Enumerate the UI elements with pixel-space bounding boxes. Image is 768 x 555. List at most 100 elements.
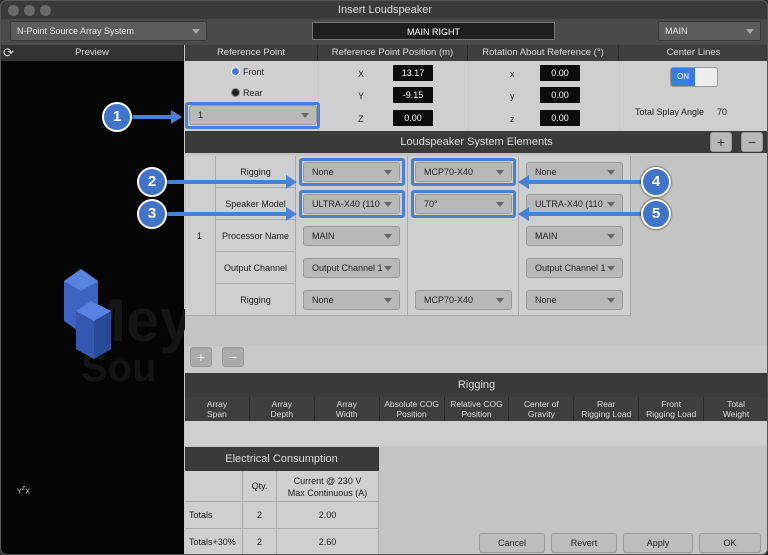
col1-rigging-bottom-dropdown[interactable]: None xyxy=(303,290,400,310)
arrow-5-head xyxy=(518,207,529,221)
plus-icon: + xyxy=(196,349,206,365)
add-element-button[interactable]: + xyxy=(710,132,732,152)
system-type-dropdown[interactable]: N-Point Source Array System xyxy=(10,21,207,41)
highlight-col2-rigging xyxy=(411,158,516,186)
group-dropdown[interactable]: MAIN xyxy=(658,21,761,41)
element-index: 1 xyxy=(197,231,203,241)
col2-rigging-bottom-value: MCP70-X40 xyxy=(424,295,474,305)
array-name-field[interactable]: MAIN RIGHT xyxy=(312,22,555,40)
callout-5: 5 xyxy=(641,199,671,229)
row-label-cell-3: Output Channel xyxy=(216,252,296,284)
rot-z-input[interactable]: 0.00 xyxy=(540,110,580,126)
col1-output-channel-value: Output Channel 1 xyxy=(312,263,383,273)
current-header-line2: Max Continuous (A) xyxy=(287,488,368,498)
rigging-column-label: Array Width xyxy=(336,399,358,419)
col3-speaker-model-dropdown[interactable]: ULTRA-X40 (110 xyxy=(526,194,623,214)
col2-rigging-bottom-dropdown[interactable]: MCP70-X40 xyxy=(415,290,512,310)
center-lines-toggle[interactable]: ON xyxy=(670,67,718,87)
remove-row-button[interactable]: − xyxy=(222,347,244,367)
rigging-column-label: Rear Rigging Load xyxy=(581,399,631,419)
loudspeaker-3d-model xyxy=(64,269,111,359)
splay-angle-value: 70 xyxy=(717,107,728,117)
row-label-output-channel: Output Channel xyxy=(223,263,288,273)
col1-output-channel-dropdown[interactable]: Output Channel 1 xyxy=(303,258,400,278)
pos-x-input[interactable]: 13.17 xyxy=(393,65,433,81)
refresh-icon[interactable]: ⟳ xyxy=(3,46,17,60)
group-value: MAIN xyxy=(665,26,688,36)
rigging-column-label-line2: Position xyxy=(396,409,427,419)
col3-output-channel-value: Output Channel 1 xyxy=(535,263,606,273)
rigging-column-label-line2: Depth xyxy=(270,409,294,419)
chevron-down-icon xyxy=(607,234,615,239)
electrical-header: Electrical Consumption xyxy=(185,447,379,471)
rigging-column-label-line2: Rigging Load xyxy=(646,409,697,419)
apply-button[interactable]: Apply xyxy=(623,533,693,553)
rigging-column-label-line2: Gravity xyxy=(527,409,555,419)
callout-2: 2 xyxy=(137,167,167,197)
col1-processor-value: MAIN xyxy=(312,231,335,241)
ok-button[interactable]: OK xyxy=(699,533,761,553)
col3-output-channel-dropdown[interactable]: Output Channel 1 xyxy=(526,258,623,278)
splay-angle-label: Total Splay Angle xyxy=(635,107,705,117)
row-label-cell-2: Processor Name xyxy=(216,220,296,252)
rot-x-label: x xyxy=(510,69,515,79)
revert-button[interactable]: Revert xyxy=(551,533,617,553)
col3-speaker-model-value: ULTRA-X40 (110 xyxy=(535,199,603,209)
rigging-column-label-line1: Center of xyxy=(523,399,559,409)
col3-rigging-dropdown[interactable]: None xyxy=(526,162,623,182)
rigging-column-header: Array Depth xyxy=(249,397,315,421)
chevron-down-icon xyxy=(192,29,200,34)
rear-radio[interactable] xyxy=(231,88,240,97)
pos-z-input[interactable]: 0.00 xyxy=(393,110,433,126)
elements-title: Loudspeaker System Elements xyxy=(400,136,553,148)
rot-y-input[interactable]: 0.00 xyxy=(540,87,580,103)
title-bar: Insert Loudspeaker xyxy=(1,1,767,19)
close-window-icon[interactable] xyxy=(8,5,19,16)
rigging-column-header: Front Rigging Load xyxy=(639,397,705,421)
rigging-column-label: Array Span xyxy=(207,399,227,419)
electrical-corner-cell xyxy=(185,471,243,502)
col3-processor-dropdown[interactable]: MAIN xyxy=(526,226,623,246)
highlight-col1-speaker-model xyxy=(299,190,405,218)
rot-x-input[interactable]: 0.00 xyxy=(540,65,580,81)
row-label-cell-4: Rigging xyxy=(216,284,296,316)
chevron-down-icon xyxy=(607,170,615,175)
preview-viewport[interactable]: Mey Sou YZX xyxy=(1,61,193,554)
remove-element-button[interactable]: − xyxy=(741,132,763,152)
rigging-column-label: Absolute COG Position xyxy=(384,399,439,419)
cancel-button[interactable]: Cancel xyxy=(479,533,545,553)
front-radio[interactable] xyxy=(231,67,240,76)
rigging-column-header: Total Weight xyxy=(704,397,767,421)
totals30-label: Totals+30% xyxy=(185,529,243,554)
rigging-column-label-line1: Front xyxy=(661,399,682,409)
add-row-button[interactable]: + xyxy=(190,347,212,367)
reference-point-title: Reference Point xyxy=(216,47,286,58)
arrow-4-head xyxy=(518,175,529,189)
pos-x-label: X xyxy=(358,69,365,79)
totals-label: Totals xyxy=(185,502,243,529)
system-type-value: N-Point Source Array System xyxy=(17,26,135,36)
rigging-title: Rigging xyxy=(457,379,496,391)
col3-processor-value: MAIN xyxy=(535,231,558,241)
rigging-column-label-line1: Array xyxy=(271,399,292,409)
rigging-column-label-line1: Array xyxy=(336,399,357,409)
totals30-qty: 2 xyxy=(243,529,277,554)
pos-y-input[interactable]: -9.15 xyxy=(393,87,433,103)
axis-gizmo: YZX xyxy=(17,486,30,495)
col1-processor-dropdown[interactable]: MAIN xyxy=(303,226,400,246)
highlight-reference-point xyxy=(185,102,320,129)
col3-rigging-bottom-value: None xyxy=(535,295,557,305)
rotation-title: Rotation About Reference (°) xyxy=(482,47,604,58)
rigging-column-header: Rear Rigging Load xyxy=(574,397,640,421)
rigging-column-label: Total Weight xyxy=(723,399,749,419)
rot-z-label: z xyxy=(510,114,515,124)
zoom-window-icon[interactable] xyxy=(40,5,51,16)
arrow-2-head xyxy=(286,175,297,189)
minimize-window-icon[interactable] xyxy=(24,5,35,16)
arrow-4-line xyxy=(529,180,641,184)
rigging-column-label-line1: Total xyxy=(727,399,746,409)
window-title: Insert Loudspeaker xyxy=(337,4,433,16)
chevron-down-icon xyxy=(496,298,504,303)
col3-rigging-bottom-dropdown[interactable]: None xyxy=(526,290,623,310)
rigging-column-header: Absolute COG Position xyxy=(379,397,445,421)
